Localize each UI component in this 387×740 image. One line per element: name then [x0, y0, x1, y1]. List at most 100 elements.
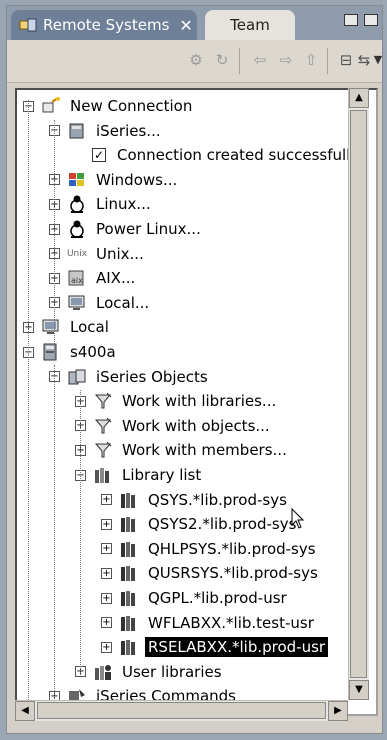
tree-item-label: Local... — [96, 293, 150, 312]
scroll-left-button[interactable]: ◀ — [15, 701, 35, 721]
tree-item[interactable]: − New Connection — [23, 94, 195, 118]
objects-icon — [66, 367, 88, 387]
tree-item[interactable]: + aix AIX... — [49, 266, 138, 290]
filter-icon — [92, 440, 114, 460]
checkbox-icon: ✓ — [92, 148, 106, 163]
expand-icon[interactable]: + — [101, 592, 112, 604]
close-icon[interactable]: ✕ — [179, 16, 192, 35]
tree-item[interactable]: + Power Linux... — [49, 217, 204, 241]
tree-item-label: s400a — [70, 343, 116, 361]
tree-item-label: AIX... — [96, 269, 136, 288]
unix-icon: Unix — [66, 244, 88, 264]
tree-item-label: iSeries... — [96, 121, 161, 140]
scroll-down-button[interactable]: ▼ — [349, 680, 369, 700]
tree-item[interactable]: ✓ Connection created successfull — [75, 143, 353, 167]
tab-team[interactable]: Team — [205, 10, 295, 40]
system-icon — [40, 342, 62, 362]
tree-item-label: QSYS.*lib.prod-sys — [148, 490, 287, 509]
tree-item[interactable]: + QUSRSYS.*lib.prod-sys — [101, 561, 321, 585]
connection-icon — [40, 96, 62, 116]
tree-item-label: QHLPSYS.*lib.prod-sys — [148, 539, 316, 558]
expand-icon[interactable]: + — [101, 567, 112, 579]
tree-guide-line — [80, 390, 81, 675]
tree-item-label: QGPL.*lib.prod-usr — [148, 589, 287, 607]
tree-item[interactable]: − Library list — [75, 463, 204, 487]
svg-text:aix: aix — [71, 276, 83, 285]
tree-item[interactable]: − iSeries Objects — [49, 365, 211, 389]
filter-icon — [92, 391, 114, 411]
library-icon — [118, 490, 140, 510]
collapse-all-icon[interactable]: ⊟ — [337, 52, 355, 68]
scroll-right-button[interactable]: ▶ — [328, 701, 348, 721]
new-connection-icon[interactable]: ⚙ — [187, 52, 205, 68]
go-up-icon[interactable]: ⇧ — [302, 52, 320, 68]
tree-item[interactable]: + Unix Unix... — [49, 242, 147, 266]
expand-icon[interactable]: + — [101, 543, 112, 555]
iseries-icon — [66, 121, 88, 141]
tree-item[interactable]: + Work with libraries... — [75, 389, 279, 413]
tree-item-label: Work with libraries... — [122, 392, 277, 411]
tree-item-label: Unix... — [96, 244, 144, 263]
remote-systems-icon — [19, 17, 37, 33]
expand-icon[interactable]: + — [101, 494, 112, 506]
minimize-icon[interactable] — [344, 14, 358, 26]
library-list-icon — [92, 465, 114, 485]
library-icon — [118, 563, 140, 583]
tree-item[interactable]: + Windows... — [49, 168, 180, 192]
vertical-scroll-thumb[interactable] — [350, 110, 367, 678]
horizontal-scrollbar[interactable]: ◀ ▶ — [15, 700, 348, 721]
tree-item[interactable]: + RSELABXX.*lib.prod-usr — [101, 635, 329, 659]
tree-item-label: Library list — [122, 466, 202, 484]
tree-item[interactable]: + Work with objects... — [75, 414, 273, 438]
aix-icon: aix — [66, 268, 88, 288]
local-icon — [66, 293, 88, 313]
tree-item[interactable]: + User libraries — [75, 660, 225, 684]
forward-icon[interactable]: ⇨ — [277, 52, 295, 68]
maximize-icon[interactable] — [364, 14, 378, 26]
linux-icon — [66, 219, 88, 239]
tree-item[interactable]: + QGPL.*lib.prod-usr — [101, 586, 290, 610]
tree-item-label: QUSRSYS.*lib.prod-sys — [148, 564, 318, 583]
library-icon — [118, 539, 140, 559]
tree-item[interactable]: − iSeries... — [49, 119, 164, 143]
tree-item-label: Power Linux... — [96, 220, 201, 238]
toolbar-separator — [239, 48, 240, 74]
remote-systems-view: Remote Systems ✕ Team ⚙ ↻ ⇦ ⇨ ⇧ ⊟ ⇆ ▼ − N… — [6, 5, 383, 734]
view-menu-icon[interactable]: ▼ — [369, 52, 387, 68]
tree-guide-line — [54, 365, 55, 705]
tree-item[interactable]: + Linux... — [49, 192, 154, 216]
tree-item-label: Linux... — [96, 195, 151, 214]
mouse-cursor-icon — [291, 508, 305, 529]
tree-item[interactable]: + QSYS.*lib.prod-sys — [101, 488, 290, 512]
horizontal-scroll-thumb[interactable] — [37, 702, 326, 719]
user-libraries-icon — [92, 662, 114, 682]
tree-item[interactable]: + QHLPSYS.*lib.prod-sys — [101, 537, 319, 561]
refresh-icon[interactable]: ↻ — [213, 52, 231, 68]
local-icon — [40, 317, 62, 337]
expand-icon[interactable]: + — [101, 617, 112, 629]
tree-item-label: Work with members... — [122, 441, 287, 460]
tree-item[interactable]: − s400a — [23, 340, 119, 364]
tree-item[interactable]: + WFLABXX.*lib.test-usr — [101, 611, 317, 635]
library-icon — [118, 514, 140, 534]
linux-icon — [66, 194, 88, 214]
tree-item-label: RSELABXX.*lib.prod-usr — [145, 637, 329, 658]
tree-item-label: QSYS2.*lib.prod-sys — [148, 515, 297, 534]
expand-icon[interactable]: + — [101, 641, 112, 653]
view-window-buttons — [344, 14, 378, 26]
vertical-scrollbar[interactable]: ▲ ▼ — [348, 88, 369, 700]
tree-item[interactable]: + Local... — [49, 291, 152, 315]
tree-item[interactable]: + Local — [23, 315, 112, 339]
expand-icon[interactable]: + — [101, 518, 112, 530]
back-icon[interactable]: ⇦ — [251, 52, 269, 68]
tree-item-label: New Connection — [70, 97, 193, 115]
tab-remote-systems[interactable]: Remote Systems ✕ — [11, 10, 197, 40]
windows-icon — [66, 170, 88, 190]
tree-item-label: Local — [70, 318, 109, 337]
toolbar: ⚙ ↻ ⇦ ⇨ ⇧ ⊟ ⇆ ▼ — [7, 40, 382, 83]
tab-remote-systems-label: Remote Systems — [43, 16, 170, 34]
library-icon — [118, 613, 140, 633]
tree-item[interactable]: + QSYS2.*lib.prod-sys — [101, 512, 299, 536]
scroll-up-button[interactable]: ▲ — [349, 88, 369, 108]
tree-item[interactable]: + Work with members... — [75, 438, 290, 462]
